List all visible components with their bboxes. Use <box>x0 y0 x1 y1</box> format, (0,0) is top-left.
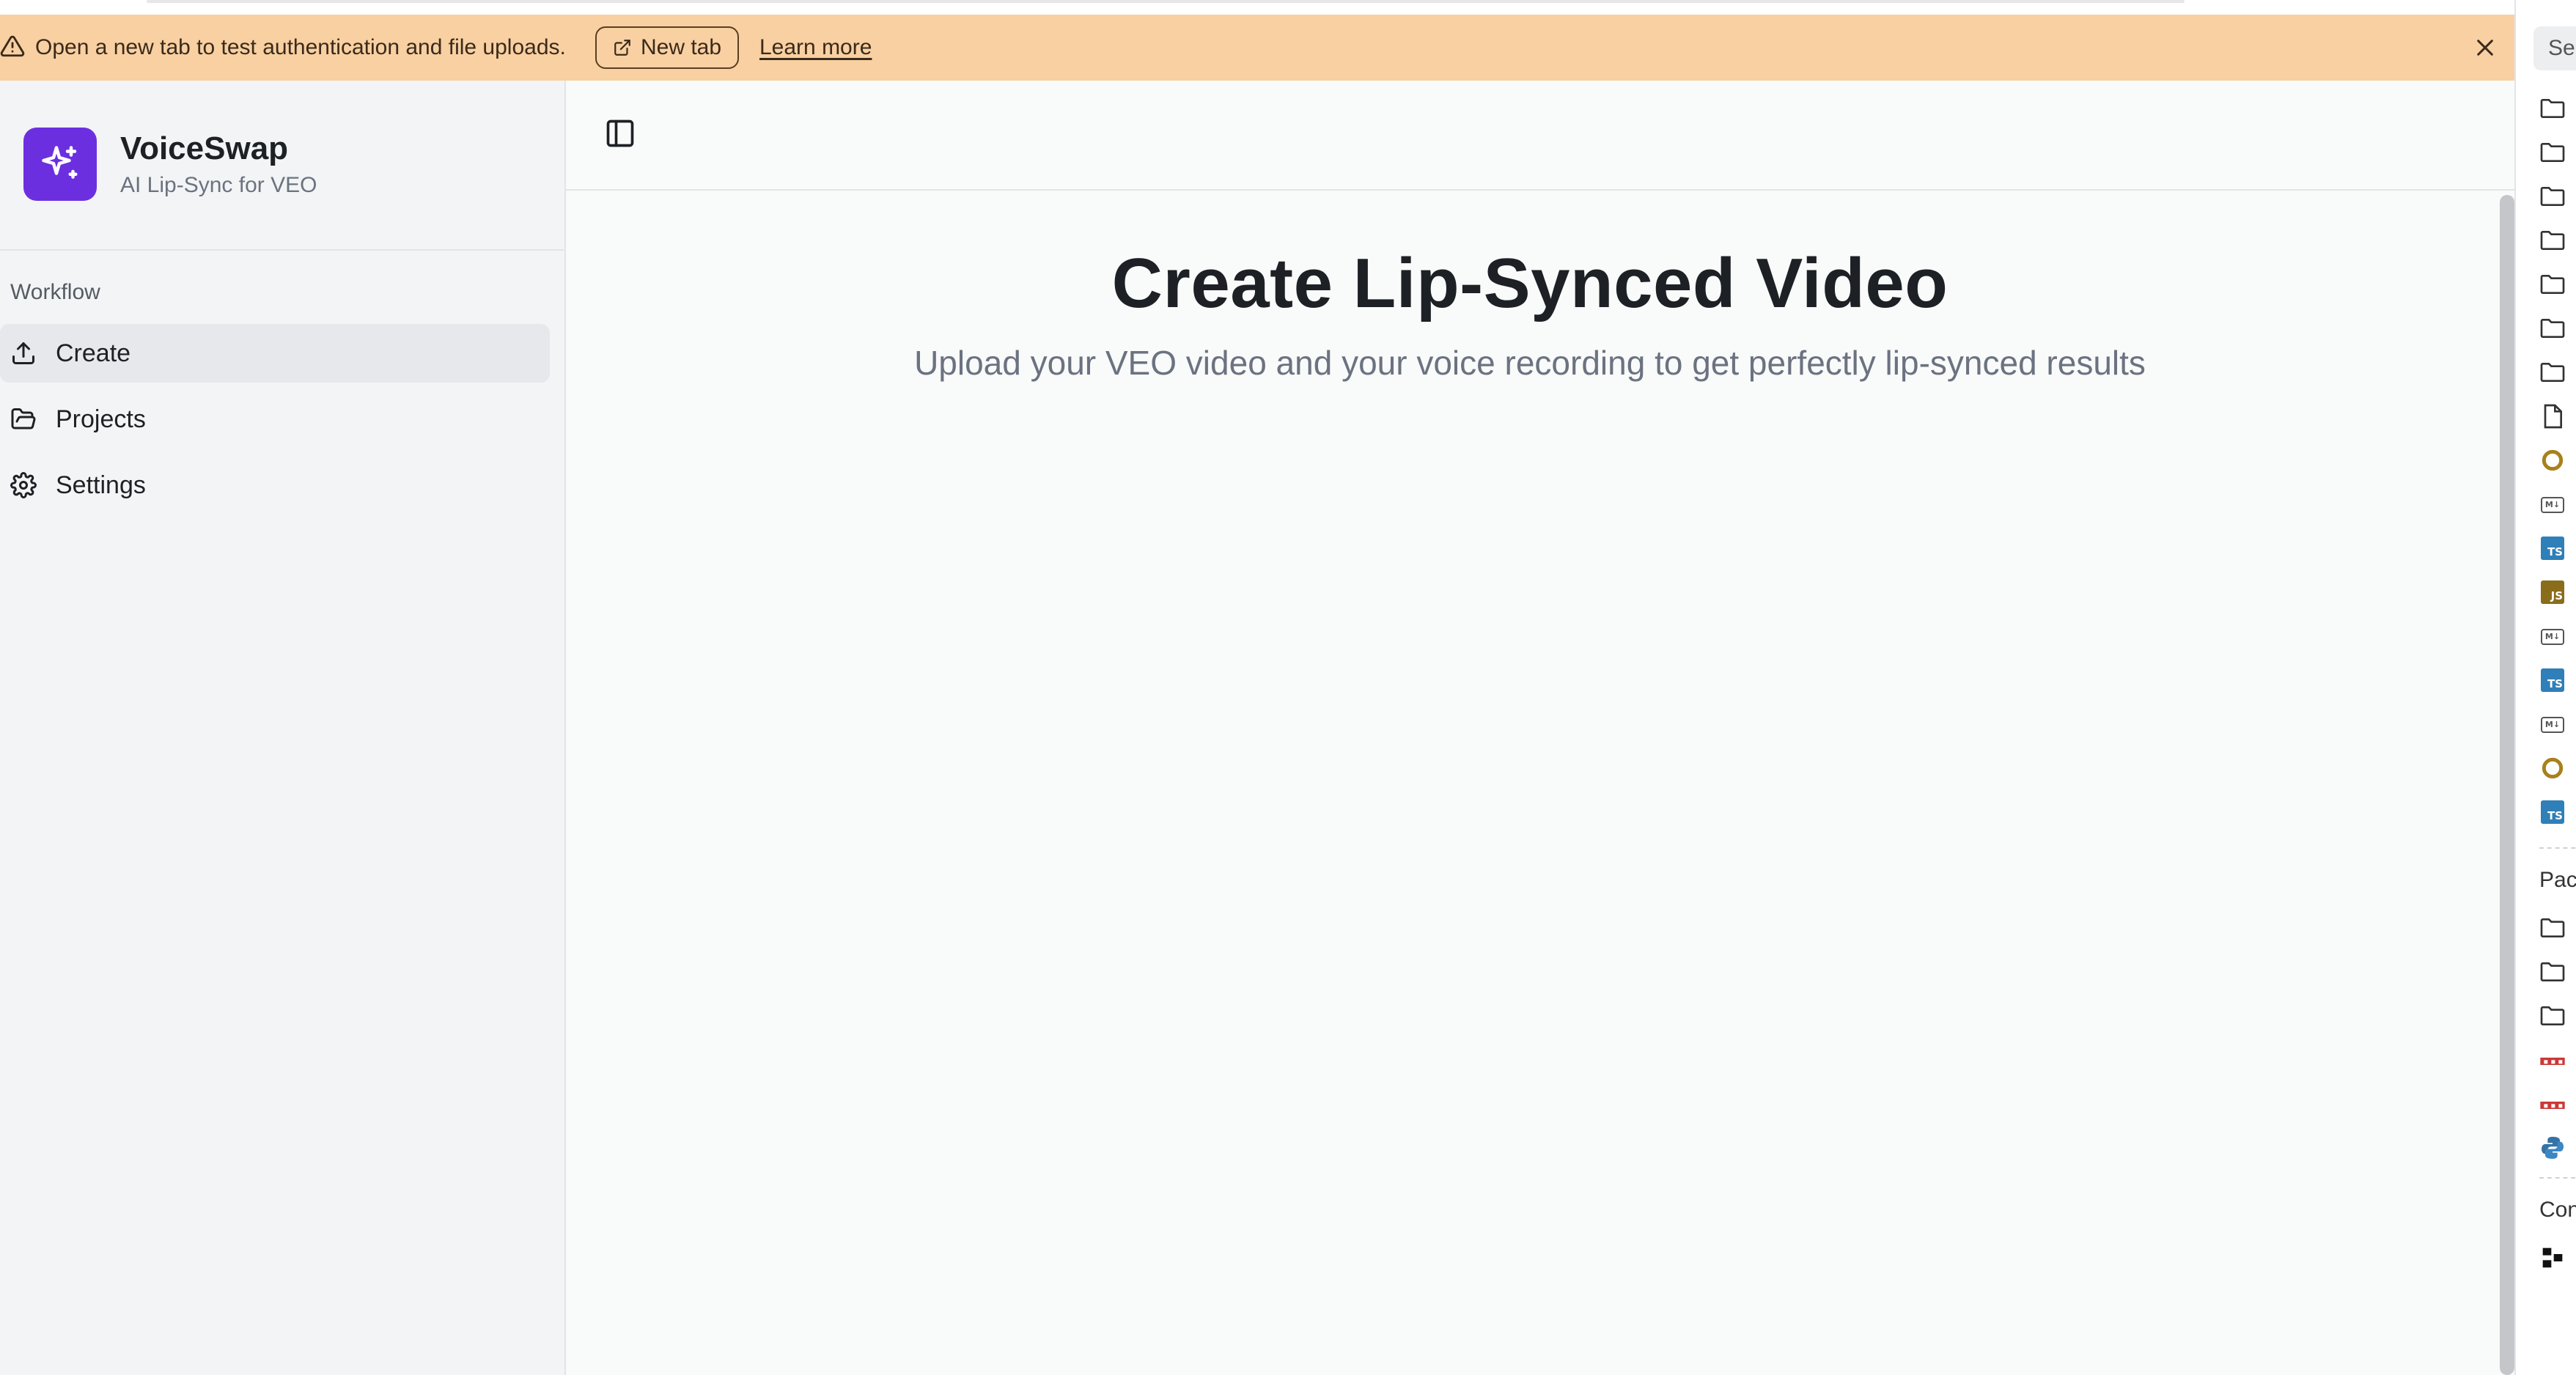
section-con-label: Con <box>2539 1198 2576 1222</box>
search-input[interactable]: Sea <box>2533 26 2576 70</box>
folder-icon[interactable] <box>2538 957 2567 987</box>
folder-icon[interactable] <box>2538 138 2567 167</box>
section-packages-label: Pac <box>2539 868 2576 892</box>
gear-icon <box>10 472 37 498</box>
markdown-icon[interactable]: M↓ <box>2541 497 2564 513</box>
section-divider <box>2539 1177 2576 1179</box>
nav-group-label: Workflow <box>10 280 100 304</box>
typescript-icon[interactable]: TS <box>2541 537 2564 560</box>
page-title: Create Lip-Synced Video <box>1111 244 1948 322</box>
markdown-icon[interactable]: M↓ <box>2541 717 2564 733</box>
config-ring-icon[interactable] <box>2538 753 2567 783</box>
folder-icon[interactable] <box>2538 913 2567 943</box>
brand: VoiceSwap AI Lip-Sync for VEO <box>23 128 551 204</box>
markdown-icon[interactable]: M↓ <box>2541 629 2564 645</box>
warning-icon <box>0 35 25 57</box>
folder-icon[interactable] <box>2538 358 2567 387</box>
sparkles-logo-icon <box>23 128 97 201</box>
folder-icon[interactable] <box>2538 270 2567 299</box>
info-banner: Open a new tab to test authentication an… <box>0 15 2514 81</box>
main-header <box>566 81 2514 191</box>
sidebar-item-label: Settings <box>56 471 146 499</box>
sidebar-item-projects[interactable]: Projects <box>0 390 550 449</box>
config-ring-icon[interactable] <box>2538 446 2567 475</box>
file-icon[interactable] <box>2538 402 2567 431</box>
javascript-icon[interactable]: JS <box>2541 580 2564 604</box>
file-explorer-panel: Sea M↓ TS JS M↓ TS M↓ TS Pac Con <box>2514 0 2576 1375</box>
folder-icon[interactable] <box>2538 1001 2567 1031</box>
folder-icon[interactable] <box>2538 226 2567 255</box>
folder-open-icon <box>11 408 36 430</box>
page-subtitle: Upload your VEO video and your voice rec… <box>914 344 2146 382</box>
section-divider <box>2539 847 2576 849</box>
graph-nodes-icon[interactable] <box>2538 1243 2567 1272</box>
npm-icon[interactable] <box>2538 1091 2567 1120</box>
sidebar: VoiceSwap AI Lip-Sync for VEO Workflow C… <box>0 81 566 1375</box>
main-content: Create Lip-Synced Video Upload your VEO … <box>566 81 2514 1375</box>
sidebar-item-create[interactable]: Create <box>0 324 550 383</box>
sidebar-item-settings[interactable]: Settings <box>0 456 550 515</box>
folder-icon[interactable] <box>2538 182 2567 211</box>
close-icon[interactable] <box>2473 36 2497 59</box>
sidebar-item-label: Projects <box>56 405 146 433</box>
banner-message: Open a new tab to test authentication an… <box>35 35 566 59</box>
brand-subtitle: AI Lip-Sync for VEO <box>120 173 317 197</box>
external-link-icon <box>614 40 630 56</box>
upload-icon <box>12 342 34 364</box>
learn-more-link[interactable]: Learn more <box>759 15 872 81</box>
new-tab-button[interactable]: New tab <box>595 26 739 69</box>
browser-top-strip <box>0 0 2514 15</box>
address-bar-edge <box>147 0 2185 3</box>
typescript-icon[interactable]: TS <box>2541 800 2564 824</box>
folder-icon[interactable] <box>2538 94 2567 123</box>
folder-icon[interactable] <box>2538 314 2567 343</box>
python-icon[interactable] <box>2538 1133 2567 1162</box>
npm-icon[interactable] <box>2538 1047 2567 1076</box>
sidebar-item-label: Create <box>56 339 131 367</box>
brand-name: VoiceSwap <box>120 130 289 166</box>
sidebar-divider <box>0 249 564 251</box>
typescript-icon[interactable]: TS <box>2541 668 2564 692</box>
scrollbar-thumb[interactable] <box>2500 195 2514 1375</box>
new-tab-label: New tab <box>641 35 722 59</box>
sidebar-toggle-icon[interactable] <box>604 117 636 150</box>
